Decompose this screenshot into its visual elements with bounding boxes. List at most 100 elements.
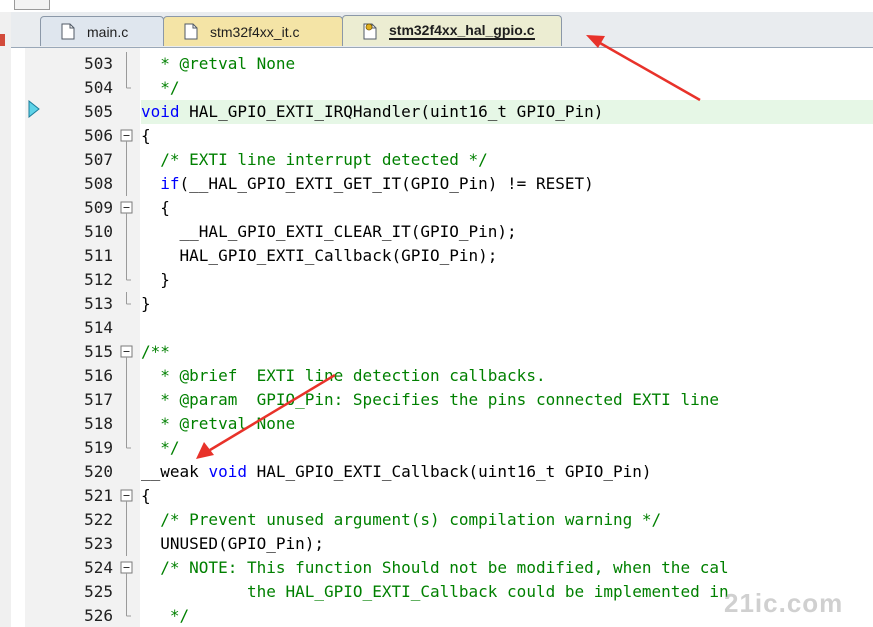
tab-main-c[interactable]: main.c bbox=[40, 16, 164, 46]
code-line[interactable]: 512 } bbox=[11, 268, 873, 292]
fold-end-icon bbox=[126, 436, 131, 449]
tab-stm32f4xx-hal-gpio-c[interactable]: stm32f4xx_hal_gpio.c bbox=[342, 15, 562, 46]
line-number: 504 bbox=[84, 78, 113, 97]
fold-empty bbox=[119, 316, 134, 340]
code-text[interactable]: UNUSED(GPIO_Pin); bbox=[141, 532, 873, 556]
code-token: { bbox=[141, 126, 151, 145]
line-number: 519 bbox=[84, 438, 113, 457]
line-number: 508 bbox=[84, 174, 113, 193]
code-text[interactable]: * @retval None bbox=[141, 52, 873, 76]
line-number: 520 bbox=[84, 462, 113, 481]
code-line[interactable]: 522 /* Prevent unused argument(s) compil… bbox=[11, 508, 873, 532]
code-token: HAL_GPIO_EXTI_Callback(uint16_t GPIO_Pin… bbox=[246, 462, 652, 481]
code-line[interactable]: 521 { bbox=[11, 484, 873, 508]
keyword-token: void bbox=[208, 462, 247, 481]
code-text[interactable]: /* EXTI line interrupt detected */ bbox=[141, 148, 873, 172]
code-text[interactable]: * @param GPIO_Pin: Specifies the pins co… bbox=[141, 388, 873, 412]
code-line[interactable]: 513} bbox=[11, 292, 873, 316]
code-line[interactable]: 518 * @retval None bbox=[11, 412, 873, 436]
code-text[interactable] bbox=[141, 316, 873, 340]
code-text[interactable]: __weak void HAL_GPIO_EXTI_Callback(uint1… bbox=[141, 460, 873, 484]
keyword-token: void bbox=[141, 102, 180, 121]
fold-empty bbox=[119, 460, 134, 484]
c-file-icon bbox=[61, 23, 75, 40]
fold-line-icon bbox=[126, 52, 127, 76]
code-line[interactable]: 503 * @retval None bbox=[11, 52, 873, 76]
code-text[interactable]: { bbox=[141, 124, 873, 148]
tab-label: stm32f4xx_it.c bbox=[210, 23, 300, 40]
code-line[interactable]: 507 /* EXTI line interrupt detected */ bbox=[11, 148, 873, 172]
code-line[interactable]: 519 */ bbox=[11, 436, 873, 460]
comment-token: /* NOTE: This function Should not be mod… bbox=[141, 558, 729, 577]
line-number: 522 bbox=[84, 510, 113, 529]
comment-token: /* EXTI line interrupt detected */ bbox=[141, 150, 488, 169]
line-number: 512 bbox=[84, 270, 113, 289]
toolbar-button[interactable] bbox=[14, 0, 50, 10]
code-token: UNUSED(GPIO_Pin); bbox=[141, 534, 325, 553]
line-number: 517 bbox=[84, 390, 113, 409]
code-token: HAL_GPIO_EXTI_IRQHandler(uint16_t GPIO_P… bbox=[179, 102, 604, 121]
fold-line-icon bbox=[126, 172, 127, 196]
code-token: (__HAL_GPIO_EXTI_GET_IT(GPIO_Pin) != RES… bbox=[179, 174, 594, 193]
comment-token: * @retval None bbox=[141, 54, 296, 73]
code-text[interactable]: if(__HAL_GPIO_EXTI_GET_IT(GPIO_Pin) != R… bbox=[141, 172, 873, 196]
line-number: 526 bbox=[84, 606, 113, 625]
line-number: 524 bbox=[84, 558, 113, 577]
fold-collapse-icon[interactable] bbox=[119, 556, 134, 580]
code-line[interactable]: 520 __weak void HAL_GPIO_EXTI_Callback(ui… bbox=[11, 460, 873, 484]
code-line[interactable]: 505 void HAL_GPIO_EXTI_IRQHandler(uint16_… bbox=[11, 100, 873, 124]
code-text[interactable]: */ bbox=[141, 76, 873, 100]
code-text[interactable]: * @retval None bbox=[141, 412, 873, 436]
fold-end-icon bbox=[126, 292, 131, 305]
watermark: 21ic.com bbox=[724, 588, 844, 618]
fold-line-icon bbox=[126, 220, 127, 244]
comment-token: */ bbox=[141, 438, 180, 457]
fold-end-icon bbox=[126, 604, 131, 617]
code-text[interactable]: { bbox=[141, 484, 873, 508]
code-text[interactable]: } bbox=[141, 268, 873, 292]
fold-collapse-icon[interactable] bbox=[119, 196, 134, 220]
fold-line-icon bbox=[126, 580, 127, 604]
line-number: 518 bbox=[84, 414, 113, 433]
code-line[interactable]: 510 __HAL_GPIO_EXTI_CLEAR_IT(GPIO_Pin); bbox=[11, 220, 873, 244]
code-line[interactable]: 516 * @brief EXTI line detection callbac… bbox=[11, 364, 873, 388]
fold-collapse-icon[interactable] bbox=[119, 124, 134, 148]
code-line[interactable]: 514 bbox=[11, 316, 873, 340]
code-text[interactable]: /** bbox=[141, 340, 873, 364]
tab-stm32f4xx-it-c[interactable]: stm32f4xx_it.c bbox=[163, 16, 343, 46]
code-editor[interactable]: 503 * @retval None 504 */505 void HAL_GPIO… bbox=[11, 48, 873, 627]
code-text[interactable]: void HAL_GPIO_EXTI_IRQHandler(uint16_t G… bbox=[141, 100, 873, 124]
code-text[interactable]: __HAL_GPIO_EXTI_CLEAR_IT(GPIO_Pin); bbox=[141, 220, 873, 244]
code-token: { bbox=[141, 486, 151, 505]
current-line-arrow-icon bbox=[28, 100, 40, 118]
code-text[interactable]: } bbox=[141, 292, 873, 316]
code-text[interactable]: /* NOTE: This function Should not be mod… bbox=[141, 556, 873, 580]
fold-collapse-icon[interactable] bbox=[119, 340, 134, 364]
line-number: 503 bbox=[84, 54, 113, 73]
code-text[interactable]: { bbox=[141, 196, 873, 220]
fold-collapse-icon[interactable] bbox=[119, 484, 134, 508]
line-number: 525 bbox=[84, 582, 113, 601]
code-line[interactable]: 504 */ bbox=[11, 76, 873, 100]
code-text[interactable]: /* Prevent unused argument(s) compilatio… bbox=[141, 508, 873, 532]
code-line[interactable]: 517 * @param GPIO_Pin: Specifies the pin… bbox=[11, 388, 873, 412]
code-line[interactable]: 506 { bbox=[11, 124, 873, 148]
editor-tab-bar: main.c stm32f4xx_it.c stm32f4xx_hal_gpio… bbox=[11, 12, 873, 48]
code-line[interactable]: 524 /* NOTE: This function Should not be… bbox=[11, 556, 873, 580]
code-line[interactable]: 508 if(__HAL_GPIO_EXTI_GET_IT(GPIO_Pin) … bbox=[11, 172, 873, 196]
code-line[interactable]: 523 UNUSED(GPIO_Pin); bbox=[11, 532, 873, 556]
comment-token: the HAL_GPIO_EXTI_Callback could be impl… bbox=[141, 582, 729, 601]
code-line[interactable]: 515 /** bbox=[11, 340, 873, 364]
code-line[interactable]: 509 { bbox=[11, 196, 873, 220]
panel-marker-icon bbox=[0, 34, 5, 46]
code-text[interactable]: * @brief EXTI line detection callbacks. bbox=[141, 364, 873, 388]
keyword-token: if bbox=[160, 174, 180, 193]
comment-token: * @brief EXTI line detection callbacks. bbox=[141, 366, 546, 385]
code-line[interactable]: 511 HAL_GPIO_EXTI_Callback(GPIO_Pin); bbox=[11, 244, 873, 268]
code-text[interactable]: HAL_GPIO_EXTI_Callback(GPIO_Pin); bbox=[141, 244, 873, 268]
comment-token: * @retval None bbox=[141, 414, 296, 433]
line-number: 506 bbox=[84, 126, 113, 145]
code-text[interactable]: */ bbox=[141, 436, 873, 460]
line-number: 521 bbox=[84, 486, 113, 505]
